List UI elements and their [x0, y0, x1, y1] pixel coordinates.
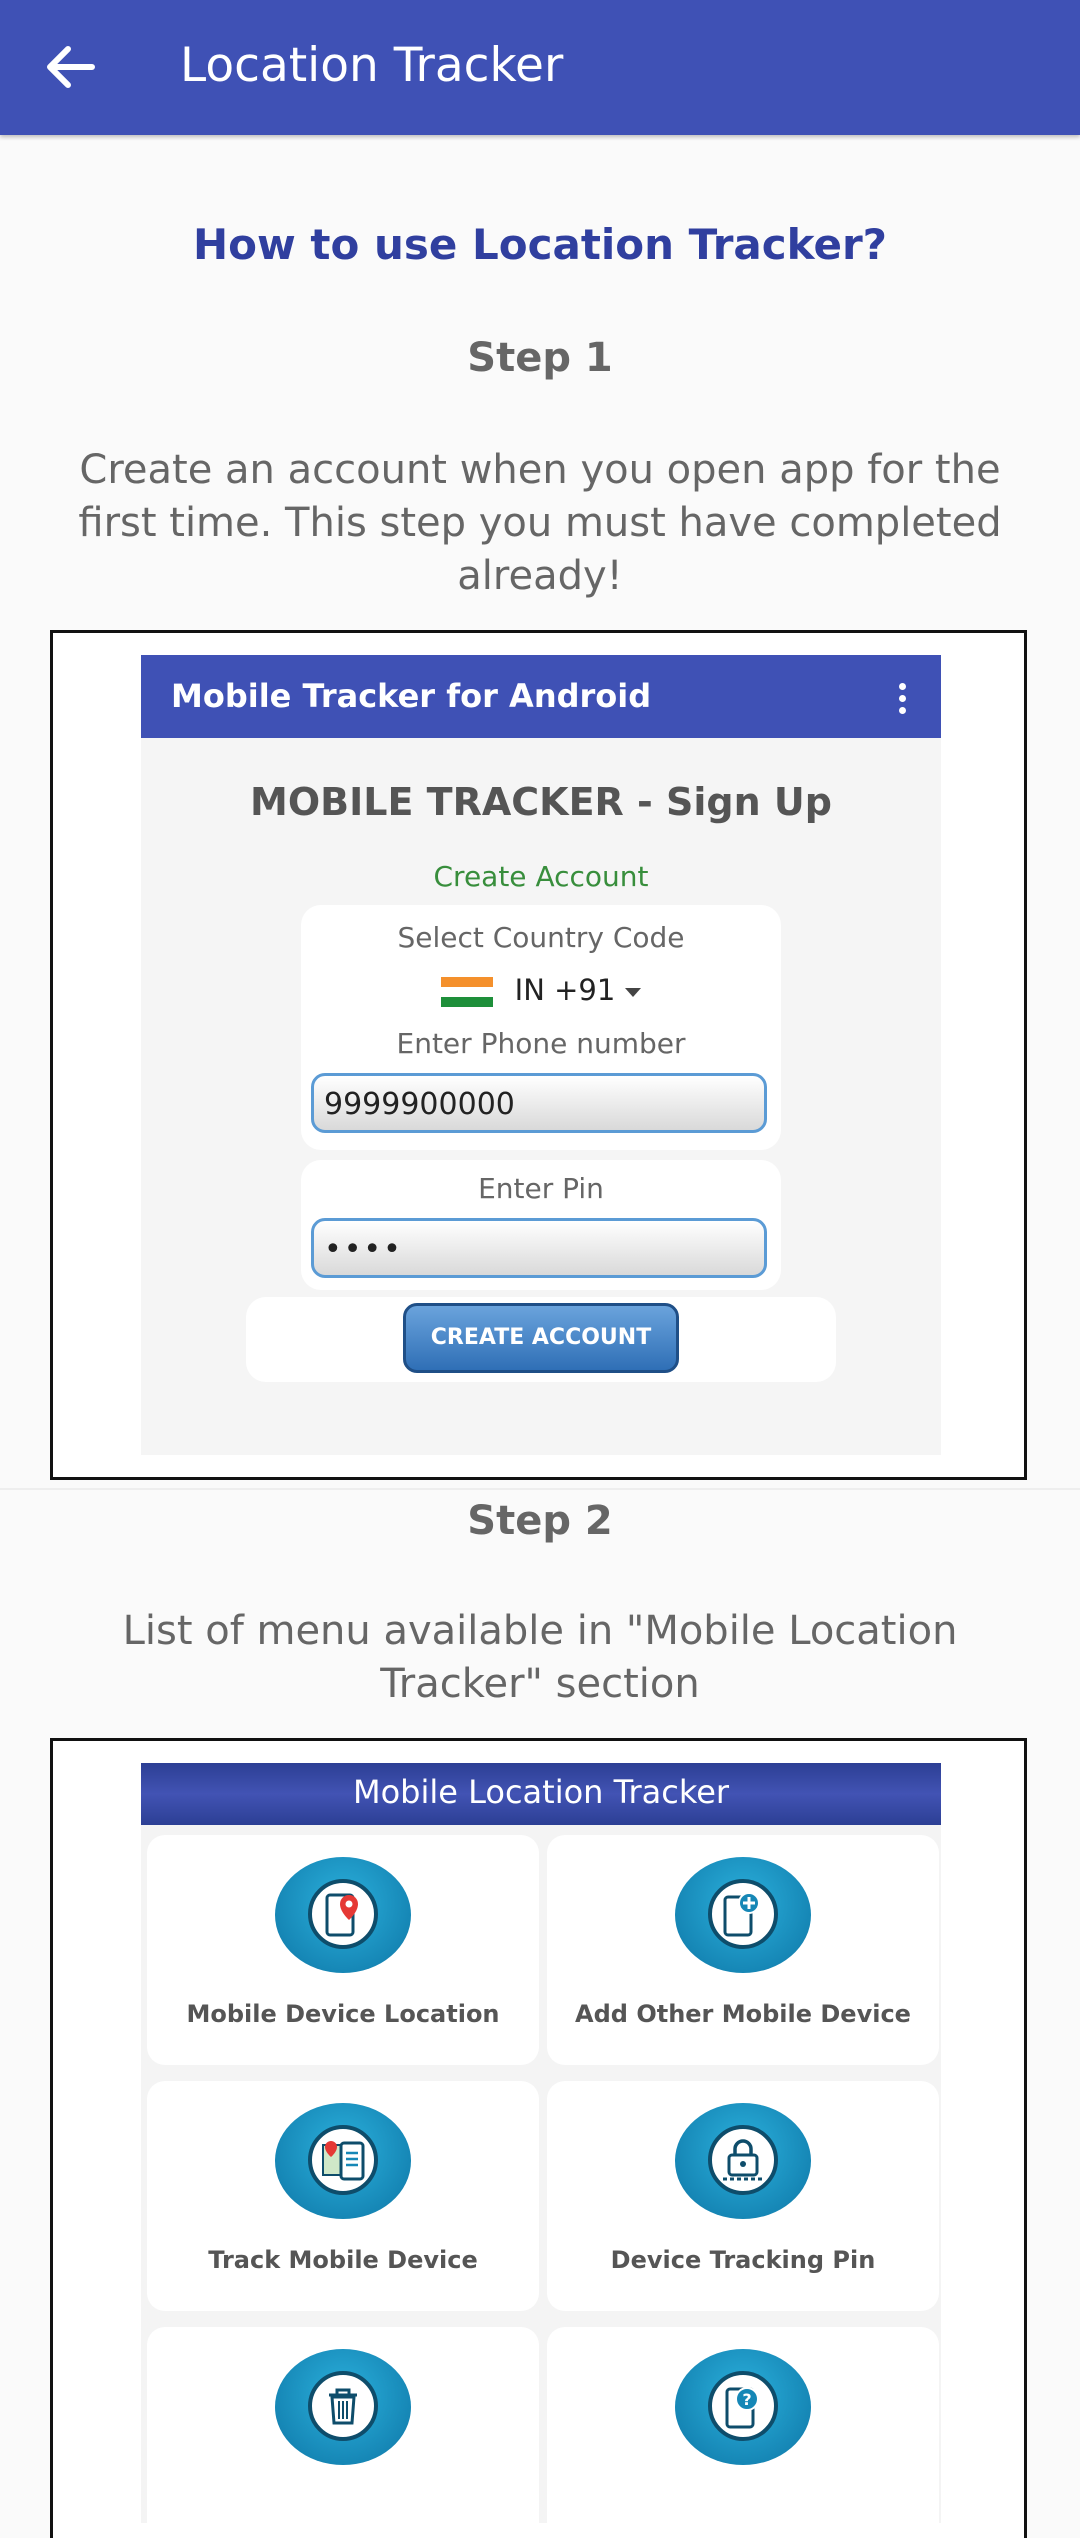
screenshot-app-bar: Mobile Location Tracker — [141, 1763, 941, 1825]
signup-title: MOBILE TRACKER - Sign Up — [250, 780, 832, 824]
back-arrow-icon — [47, 46, 95, 88]
step2-screenshot-frame: Mobile Location Tracker Mobile Device Lo… — [50, 1738, 1027, 2538]
step2-title: Step 2 — [467, 1498, 613, 1544]
lock-icon — [675, 2103, 811, 2219]
pin-label: Enter Pin — [478, 1172, 604, 1205]
pin-card: Enter Pin •••• — [301, 1160, 781, 1290]
step1-title: Step 1 — [467, 335, 613, 381]
track-map-icon — [275, 2103, 411, 2219]
app-bar: Location Tracker — [0, 0, 1080, 135]
menu-tile-delete — [147, 2327, 539, 2538]
step1-screenshot-frame: Mobile Tracker for Android MOBILE TRACKE… — [50, 630, 1027, 1480]
menu-tile-help: ? — [547, 2327, 939, 2538]
menu-tile-mobile-device-location: Mobile Device Location — [147, 1835, 539, 2065]
country-code-value: IN +91 — [514, 973, 616, 1007]
pin-field: •••• — [311, 1218, 767, 1278]
tile-label: Track Mobile Device — [208, 2246, 478, 2274]
menu-tile-device-tracking-pin: Device Tracking Pin — [547, 2081, 939, 2311]
tile-label: Mobile Device Location — [186, 2000, 500, 2028]
step2-description: List of menu available in "Mobile Locati… — [122, 1608, 958, 1707]
tile-label: Add Other Mobile Device — [575, 2000, 911, 2028]
app-bar-title: Location Tracker — [180, 38, 564, 93]
india-flag-icon — [440, 977, 493, 1007]
menu-tile-add-other-mobile-device: Add Other Mobile Device — [547, 1835, 939, 2065]
country-code-selector: IN +91 — [301, 973, 781, 1007]
screenshot-app-bar: Mobile Tracker for Android — [141, 655, 941, 738]
phone-label: Enter Phone number — [396, 1027, 686, 1060]
help-icon: ? — [675, 2349, 811, 2465]
overflow-menu-icon — [899, 683, 907, 719]
signup-screenshot: Mobile Tracker for Android MOBILE TRACKE… — [141, 655, 941, 1455]
country-code-label: Select Country Code — [397, 921, 685, 954]
phone-field: 9999900000 — [311, 1073, 767, 1133]
page-heading: How to use Location Tracker? — [192, 220, 888, 269]
phone-card: Select Country Code IN +91 Enter Phone n… — [301, 905, 781, 1150]
svg-text:?: ? — [742, 2390, 751, 2409]
create-account-button: CREATE ACCOUNT — [403, 1303, 679, 1373]
delete-icon — [275, 2349, 411, 2465]
step1-description: Create an account when you open app for … — [78, 447, 1002, 599]
menu-tile-track-mobile-device: Track Mobile Device — [147, 2081, 539, 2311]
add-device-icon — [675, 1857, 811, 1973]
create-account-label: Create Account — [433, 860, 649, 893]
location-pin-icon — [275, 1857, 411, 1973]
dropdown-caret-icon — [625, 987, 642, 997]
back-button[interactable] — [30, 30, 110, 105]
screenshot-bar-title: Mobile Location Tracker — [352, 1773, 730, 1811]
menu-screenshot: Mobile Location Tracker Mobile Device Lo… — [141, 1763, 941, 2538]
screenshot-bar-title: Mobile Tracker for Android — [171, 677, 652, 715]
section-divider — [0, 1488, 1080, 1490]
tile-label: Device Tracking Pin — [610, 2246, 876, 2274]
